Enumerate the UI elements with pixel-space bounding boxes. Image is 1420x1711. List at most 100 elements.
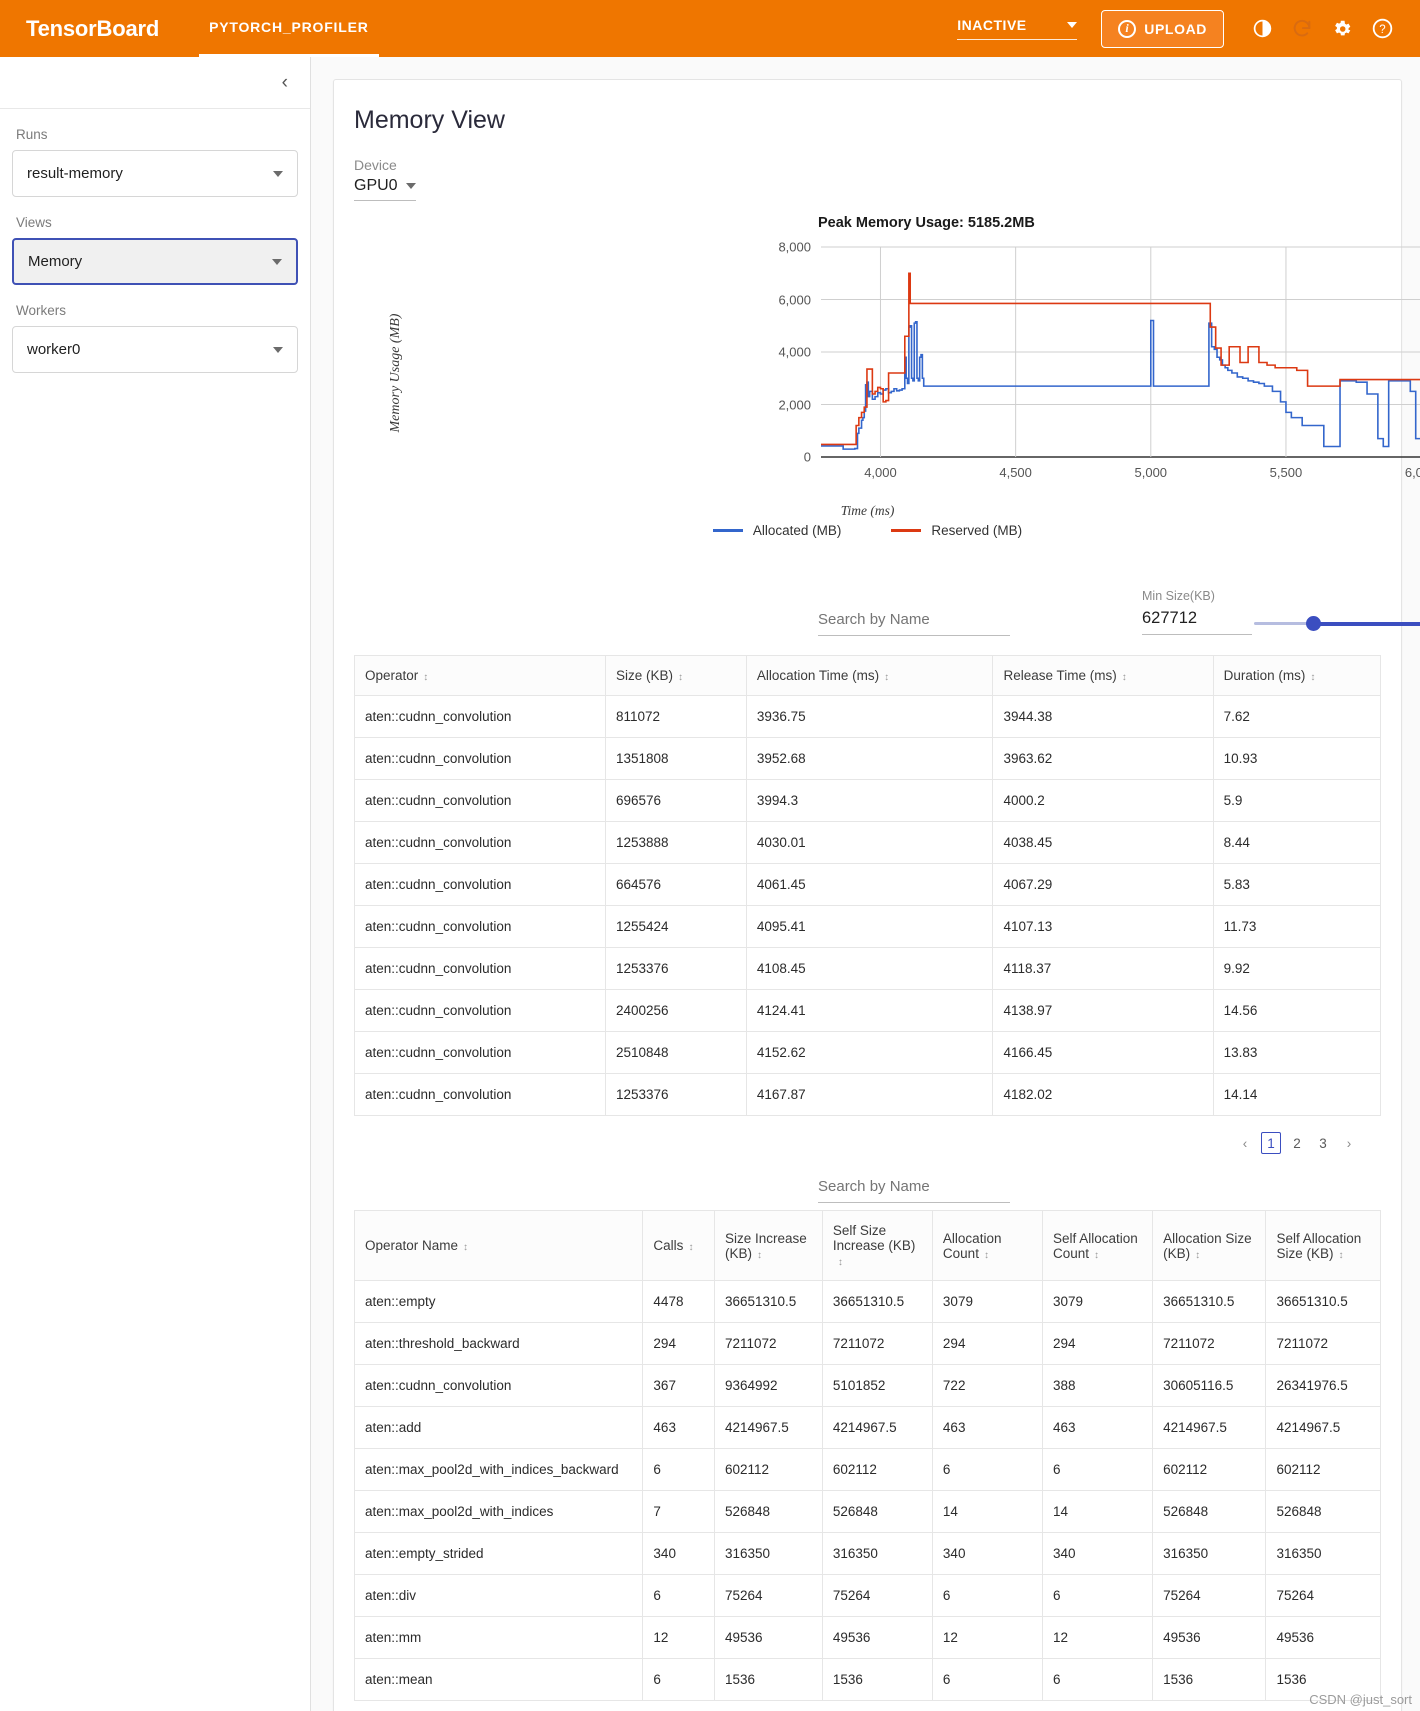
table-row[interactable]: aten::cudnn_convolution12538884030.01403…	[355, 822, 1381, 864]
column-header[interactable]: Operator↕	[355, 656, 606, 696]
device-label: Device	[354, 157, 1401, 173]
workers-select[interactable]: worker0	[12, 326, 298, 373]
column-header[interactable]: Self Size Increase (KB)↕	[822, 1211, 932, 1281]
sort-icon[interactable]: ↕	[1122, 673, 1127, 683]
table-cell: 36651310.5	[1266, 1281, 1381, 1323]
table-cell: 4067.29	[993, 864, 1213, 906]
views-label: Views	[16, 215, 298, 230]
sort-icon[interactable]: ↕	[688, 1243, 693, 1253]
table-header-row: Operator Name↕Calls↕Size Increase (KB)↕S…	[355, 1211, 1381, 1281]
table-row[interactable]: aten::mean6153615366615361536	[355, 1659, 1381, 1701]
min-size-value[interactable]: 627712	[1142, 609, 1252, 635]
views-select[interactable]: Memory	[12, 238, 298, 285]
column-header-label: Allocation Time (ms)	[757, 668, 879, 683]
table-cell: 6	[643, 1575, 715, 1617]
help-icon[interactable]: ?	[1362, 9, 1402, 49]
column-header[interactable]: Self Allocation Count↕	[1043, 1211, 1153, 1281]
column-header[interactable]: Release Time (ms)↕	[993, 656, 1213, 696]
table-cell: 2510848	[605, 1032, 746, 1074]
sort-icon[interactable]: ↕	[1310, 673, 1315, 683]
sort-icon[interactable]: ↕	[463, 1243, 468, 1253]
chevron-down-icon	[273, 171, 283, 177]
table-cell: 602112	[1266, 1449, 1381, 1491]
table-row[interactable]: aten::empty_strided340316350316350340340…	[355, 1533, 1381, 1575]
table-row[interactable]: aten::cudnn_convolution13518083952.68396…	[355, 738, 1381, 780]
column-header[interactable]: Allocation Time (ms) ↕	[746, 656, 993, 696]
column-header[interactable]: Calls↕	[643, 1211, 715, 1281]
table-row[interactable]: aten::max_pool2d_with_indices75268485268…	[355, 1491, 1381, 1533]
sort-icon[interactable]: ↕	[838, 1258, 843, 1268]
search-input-allocations[interactable]	[818, 607, 1010, 636]
table-row[interactable]: aten::cudnn_convolution36793649925101852…	[355, 1365, 1381, 1407]
pagination-page-3[interactable]: 3	[1313, 1132, 1333, 1154]
status-dropdown[interactable]: INACTIVE	[957, 17, 1077, 40]
watermark: CSDN @just_sort	[1309, 1692, 1412, 1707]
table-cell: 3936.75	[746, 696, 993, 738]
search-input-operators[interactable]	[818, 1174, 1010, 1203]
sort-icon[interactable]: ↕	[1338, 1251, 1343, 1261]
column-header[interactable]: Allocation Size (KB)↕	[1153, 1211, 1266, 1281]
pagination-page-2[interactable]: 2	[1287, 1132, 1307, 1154]
legend-item-allocated[interactable]: Allocated (MB)	[713, 523, 842, 538]
column-header[interactable]: Size (KB)↕	[605, 656, 746, 696]
column-header[interactable]: Duration (ms)↕	[1213, 656, 1380, 696]
upload-button[interactable]: i UPLOAD	[1101, 10, 1224, 48]
table-cell: 602112	[714, 1449, 822, 1491]
column-header[interactable]: Size Increase (KB)↕	[714, 1211, 822, 1281]
table-row[interactable]: aten::add4634214967.54214967.54634634214…	[355, 1407, 1381, 1449]
table-row[interactable]: aten::cudnn_convolution25108484152.62416…	[355, 1032, 1381, 1074]
table-row[interactable]: aten::cudnn_convolution12533764167.87418…	[355, 1074, 1381, 1116]
gear-icon[interactable]	[1322, 9, 1362, 49]
table-cell: 463	[643, 1407, 715, 1449]
table-row[interactable]: aten::max_pool2d_with_indices_backward66…	[355, 1449, 1381, 1491]
table-cell: 4038.45	[993, 822, 1213, 864]
chevron-left-icon[interactable]: ‹	[282, 73, 288, 92]
size-range-slider[interactable]	[1254, 622, 1420, 626]
table-cell: 1536	[1153, 1659, 1266, 1701]
table-cell: 526848	[714, 1491, 822, 1533]
table-row[interactable]: aten::threshold_backward2947211072721107…	[355, 1323, 1381, 1365]
sort-icon[interactable]: ↕	[678, 673, 683, 683]
table-row[interactable]: aten::cudnn_convolution24002564124.41413…	[355, 990, 1381, 1032]
table-row[interactable]: aten::empty447836651310.536651310.530793…	[355, 1281, 1381, 1323]
column-header[interactable]: Allocation Count↕	[932, 1211, 1042, 1281]
x-axis-tick: 4,000	[864, 465, 897, 480]
sort-icon[interactable]: ↕	[423, 673, 428, 683]
runs-select[interactable]: result-memory	[12, 150, 298, 197]
table-cell: 4030.01	[746, 822, 993, 864]
brightness-icon[interactable]	[1242, 9, 1282, 49]
table-cell: 75264	[1266, 1575, 1381, 1617]
pagination-page-1[interactable]: 1	[1261, 1132, 1281, 1154]
sort-icon[interactable]: ↕	[1195, 1251, 1200, 1261]
column-header-label: Size Increase (KB)	[725, 1231, 807, 1261]
sort-icon[interactable]: ↕	[757, 1251, 762, 1261]
table-row[interactable]: aten::cudnn_convolution8110723936.753944…	[355, 696, 1381, 738]
legend-item-reserved[interactable]: Reserved (MB)	[891, 523, 1022, 538]
table-cell: 3944.38	[993, 696, 1213, 738]
slider-knob-min[interactable]	[1306, 616, 1321, 631]
table-cell: aten::cudnn_convolution	[355, 864, 606, 906]
table-cell: aten::cudnn_convolution	[355, 780, 606, 822]
sort-icon[interactable]: ↕	[984, 1251, 989, 1261]
table-row[interactable]: aten::cudnn_convolution12533764108.45411…	[355, 948, 1381, 990]
top-bar-actions: INACTIVE i UPLOAD ?	[957, 9, 1420, 49]
refresh-icon[interactable]	[1282, 9, 1322, 49]
table-row[interactable]: aten::mm12495364953612124953649536	[355, 1617, 1381, 1659]
sort-icon[interactable]: ↕	[1094, 1251, 1099, 1261]
column-header[interactable]: Operator Name↕	[355, 1211, 643, 1281]
legend-color-swatch	[713, 529, 743, 532]
sort-icon[interactable]: ↕	[884, 673, 889, 683]
table-row[interactable]: aten::div67526475264667526475264	[355, 1575, 1381, 1617]
table-cell: 10.93	[1213, 738, 1380, 780]
sidebar-collapse-row: ‹	[0, 57, 310, 109]
y-axis-tick: 8,000	[751, 240, 811, 255]
table-row[interactable]: aten::cudnn_convolution12554244095.41410…	[355, 906, 1381, 948]
tab-pytorch-profiler[interactable]: PYTORCH_PROFILER	[199, 0, 379, 57]
pagination-prev[interactable]: ‹	[1235, 1132, 1255, 1154]
table-row[interactable]: aten::cudnn_convolution6965763994.34000.…	[355, 780, 1381, 822]
column-header[interactable]: Self Allocation Size (KB)↕	[1266, 1211, 1381, 1281]
device-select[interactable]: GPU0	[354, 177, 416, 201]
pagination-next[interactable]: ›	[1339, 1132, 1359, 1154]
table-cell: 26341976.5	[1266, 1365, 1381, 1407]
table-row[interactable]: aten::cudnn_convolution6645764061.454067…	[355, 864, 1381, 906]
